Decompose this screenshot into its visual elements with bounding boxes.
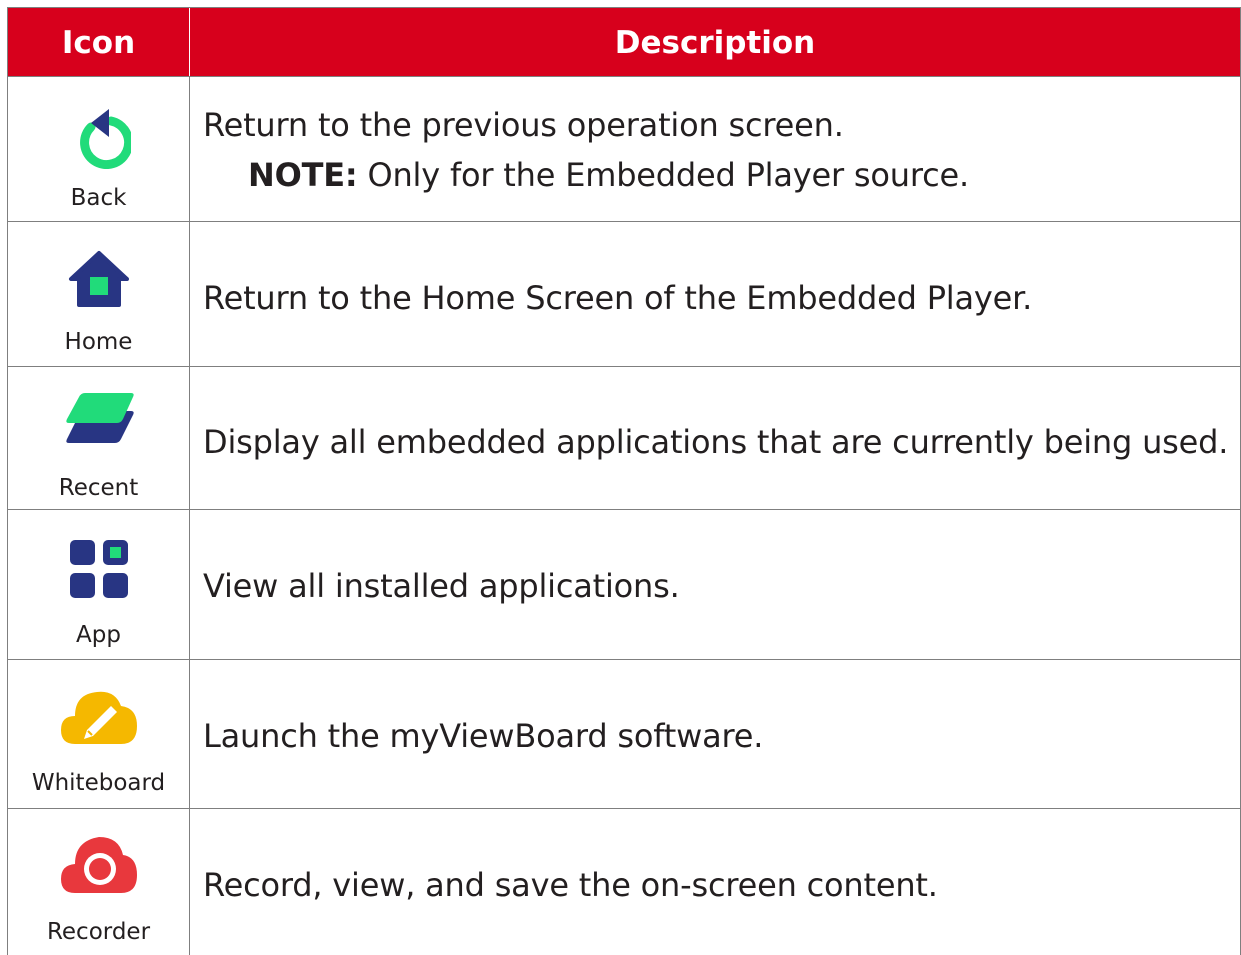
icon-label: Recent: [58, 475, 139, 501]
table-row-recorder: Recorder Record, view, and save the on-s…: [8, 809, 1240, 955]
description-cell: View all installed applications.: [203, 510, 1230, 659]
description-text: Return to the Home Screen of the Embedde…: [203, 279, 1033, 317]
table-header: Icon Description: [8, 7, 1240, 77]
note-line: NOTE: Only for the Embedded Player sourc…: [248, 156, 969, 194]
header-description-column: Description: [614, 25, 816, 61]
description-text: Launch the myViewBoard software.: [203, 717, 764, 755]
icon-label: Home: [64, 329, 133, 355]
note-text: Only for the Embedded Player source.: [367, 156, 969, 194]
icon-description-table: Icon Description Back Return to the prev…: [7, 7, 1241, 955]
icon-cell: App: [8, 510, 190, 659]
icon-label: Back: [70, 185, 127, 211]
icon-cell: Back: [8, 77, 190, 221]
icon-label: Whiteboard: [31, 770, 166, 796]
whiteboard-icon: [60, 691, 137, 744]
app-icon: [69, 540, 128, 598]
icon-label: App: [76, 622, 121, 648]
icon-cell: Home: [8, 222, 190, 366]
description-cell: Record, view, and save the on-screen con…: [203, 809, 1230, 955]
table-row-app: App View all installed applications.: [8, 510, 1240, 660]
description-text: View all installed applications.: [203, 567, 680, 605]
table-row-whiteboard: Whiteboard Launch the myViewBoard softwa…: [8, 660, 1240, 809]
home-icon: [68, 251, 129, 307]
recent-icon: [65, 393, 134, 443]
icon-label: Recorder: [46, 919, 151, 945]
table-row-back: Back Return to the previous operation sc…: [8, 77, 1240, 222]
table-row-home: Home Return to the Home Screen of the Em…: [8, 222, 1240, 367]
description-cell: Launch the myViewBoard software.: [203, 660, 1230, 808]
header-icon-column: Icon: [8, 8, 190, 76]
note-label: NOTE:: [248, 156, 358, 194]
description-cell: Return to the Home Screen of the Embedde…: [203, 222, 1230, 366]
icon-cell: Recorder: [8, 809, 190, 955]
icon-cell: Whiteboard: [8, 660, 190, 808]
recorder-icon: [60, 837, 137, 893]
back-icon: [79, 109, 131, 169]
icon-cell: Recent: [8, 367, 190, 509]
description-text: Display all embedded applications that a…: [203, 423, 1229, 461]
description-text: Record, view, and save the on-screen con…: [203, 866, 938, 904]
description-text: Return to the previous operation screen.: [203, 106, 844, 144]
table-row-recent: Recent Display all embedded applications…: [8, 367, 1240, 510]
description-cell: Display all embedded applications that a…: [203, 367, 1230, 509]
description-cell: Return to the previous operation screen.…: [203, 77, 1230, 221]
